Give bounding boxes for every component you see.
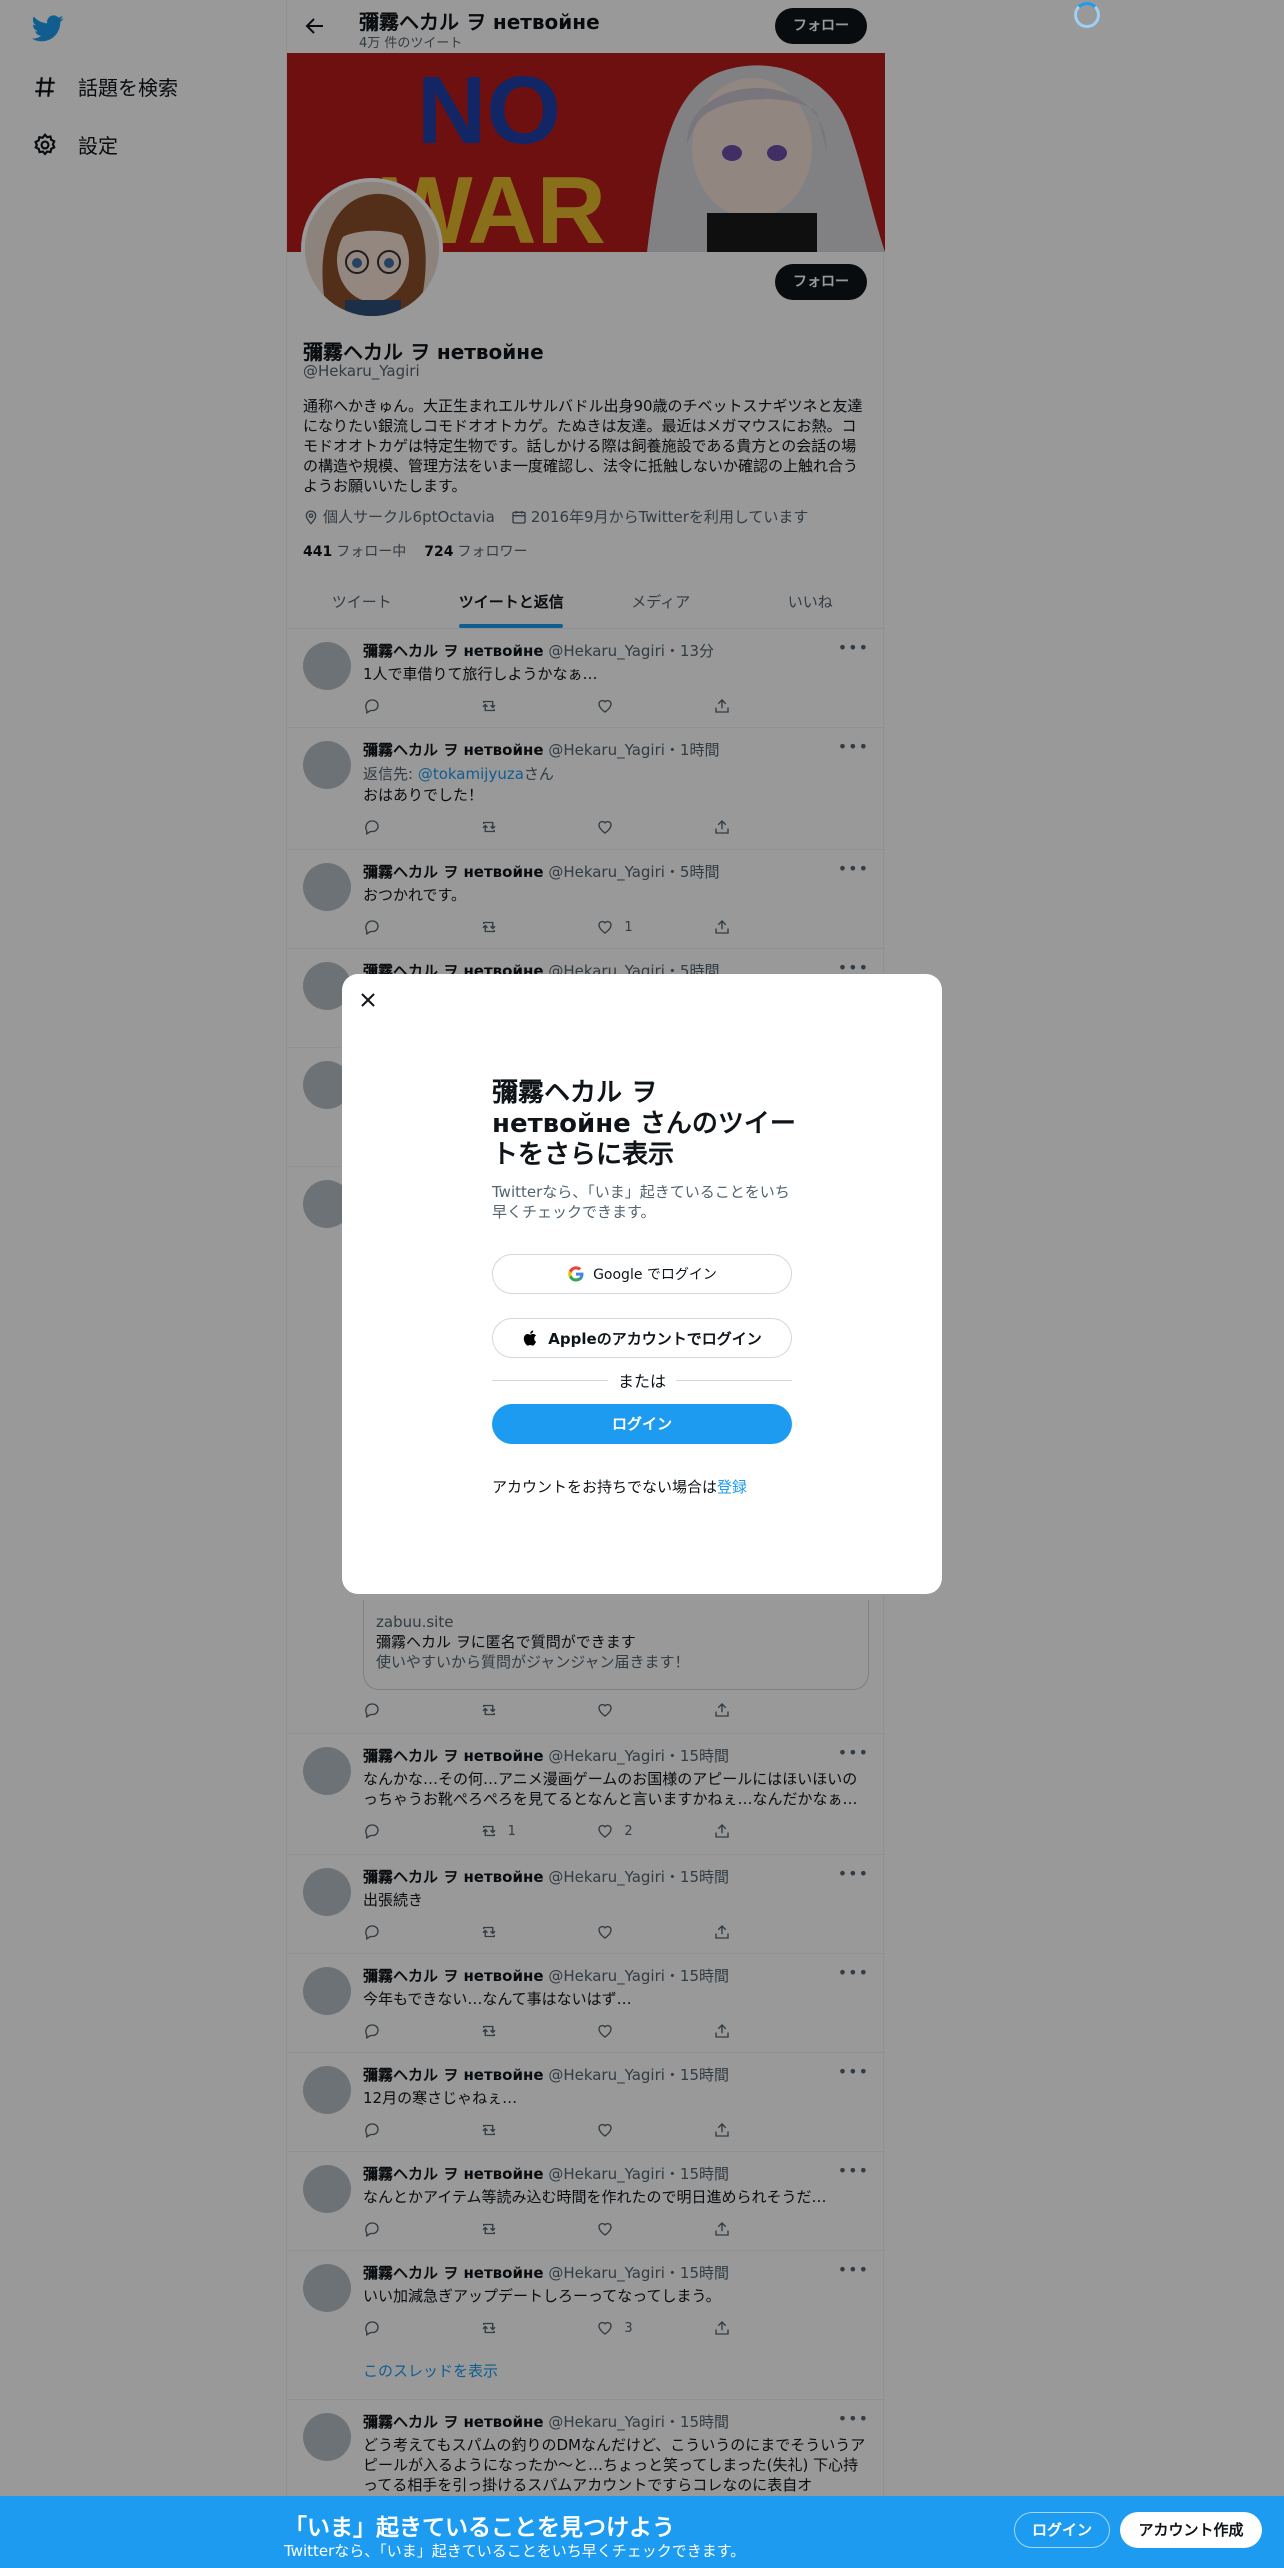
bottom-signup-button[interactable]: アカウント作成 <box>1120 2512 1262 2548</box>
or-label: または <box>618 1372 667 1391</box>
login-prompt-dialog: 彌霧ヘカル ヲ нетвойне さんのツイートをさらに表示 Twitterなら… <box>342 974 942 1594</box>
divider-line <box>676 1379 793 1381</box>
dialog-title: 彌霧ヘカル ヲ нетвойне さんのツイートをさらに表示 <box>492 1078 796 1170</box>
google-icon <box>568 1266 584 1282</box>
divider-line <box>492 1379 608 1381</box>
close-icon[interactable] <box>356 988 380 1012</box>
google-login-button[interactable]: Google でログイン <box>492 1254 792 1294</box>
signup-prompt: アカウントをお持ちでない場合は登録 <box>492 1476 747 1497</box>
apple-login-button[interactable]: Appleのアカウントでログイン <box>492 1318 792 1358</box>
bottom-login-button[interactable]: ログイン <box>1014 2512 1110 2548</box>
google-login-label: Google でログイン <box>593 1267 717 1283</box>
or-divider: または <box>492 1370 793 1391</box>
apple-icon <box>524 1330 537 1346</box>
bottom-signup-bar: 「いま」起きていることを見つけよう Twitterなら、「いま」起きていることを… <box>0 2496 1284 2568</box>
loading-spinner-icon <box>1074 2 1100 28</box>
bottom-bar-title: 「いま」起きていることを見つけよう <box>284 2515 675 2541</box>
signup-prefix: アカウントをお持ちでない場合は <box>492 1478 718 1496</box>
signup-link[interactable]: 登録 <box>717 1478 747 1496</box>
bottom-bar-subtitle: Twitterなら、「いま」起きていることをいち早くチェックできます。 <box>284 2542 746 2560</box>
apple-login-label: Appleのアカウントでログイン <box>548 1329 762 1348</box>
dialog-login-button[interactable]: ログイン <box>492 1404 792 1444</box>
dialog-subtitle: Twitterなら、「いま」起きていることをいち早くチェックできます。 <box>492 1183 790 1221</box>
